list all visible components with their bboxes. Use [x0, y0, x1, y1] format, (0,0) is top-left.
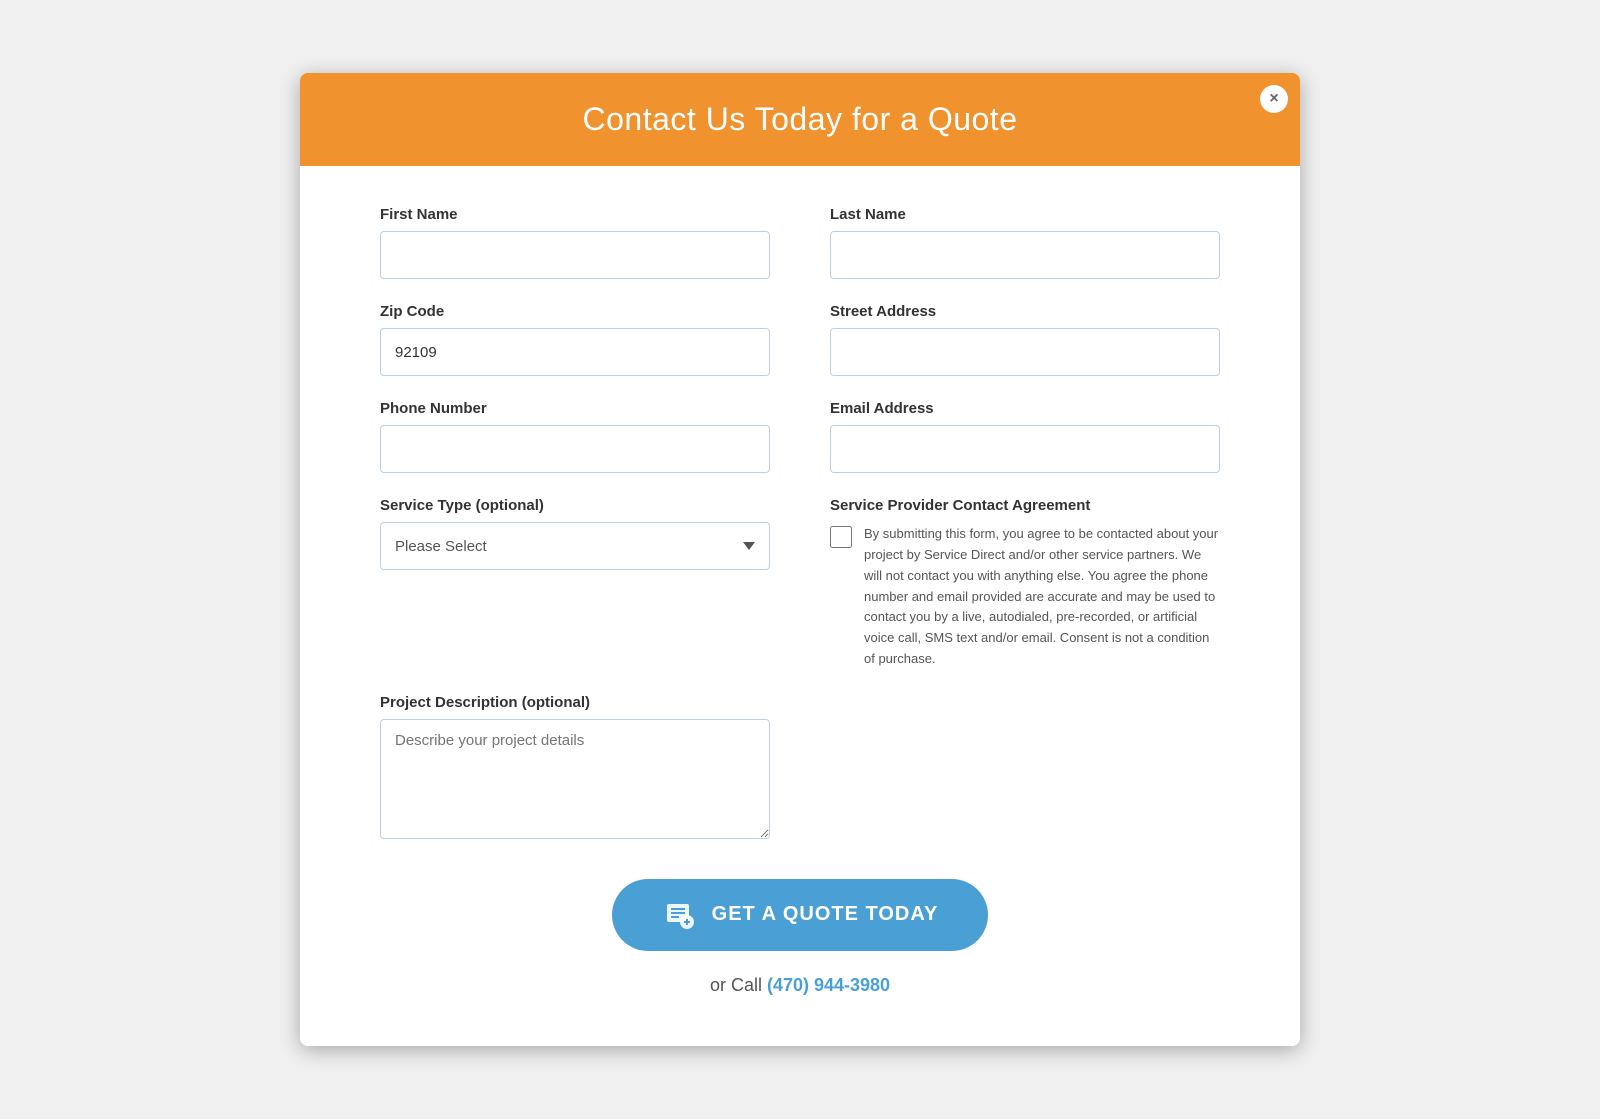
first-name-label: First Name [380, 206, 770, 223]
street-address-input[interactable] [830, 328, 1220, 376]
form-grid: First Name Last Name Zip Code Street Add… [380, 206, 1220, 839]
modal-header: Contact Us Today for a Quote × [300, 73, 1300, 166]
agreement-checkbox[interactable] [830, 526, 852, 548]
modal-title: Contact Us Today for a Quote [340, 101, 1260, 138]
street-address-group: Street Address [830, 303, 1220, 376]
project-description-label: Project Description (optional) [380, 694, 770, 711]
service-type-label: Service Type (optional) [380, 497, 770, 514]
call-prefix: or Call [710, 975, 767, 995]
phone-number-label: Phone Number [380, 400, 770, 417]
email-address-input[interactable] [830, 425, 1220, 473]
phone-number-group: Phone Number [380, 400, 770, 473]
form-footer: GET A QUOTE TODAY or Call (470) 944-3980 [380, 879, 1220, 996]
modal-body: First Name Last Name Zip Code Street Add… [300, 166, 1300, 1046]
close-button[interactable]: × [1260, 85, 1288, 113]
agreement-text: By submitting this form, you agree to be… [864, 524, 1220, 670]
modal-container: Contact Us Today for a Quote × First Nam… [300, 73, 1300, 1046]
phone-number-input[interactable] [380, 425, 770, 473]
email-address-group: Email Address [830, 400, 1220, 473]
project-description-textarea[interactable] [380, 719, 770, 839]
zip-code-input[interactable] [380, 328, 770, 376]
call-section: or Call (470) 944-3980 [380, 975, 1220, 996]
last-name-label: Last Name [830, 206, 1220, 223]
agreement-group: Service Provider Contact Agreement By su… [830, 497, 1220, 670]
quote-button-label: GET A QUOTE TODAY [712, 903, 939, 926]
email-address-label: Email Address [830, 400, 1220, 417]
agreement-content: By submitting this form, you agree to be… [830, 524, 1220, 670]
zip-code-group: Zip Code [380, 303, 770, 376]
last-name-group: Last Name [830, 206, 1220, 279]
call-number-link[interactable]: (470) 944-3980 [767, 975, 890, 995]
project-description-group: Project Description (optional) [380, 694, 770, 839]
last-name-input[interactable] [830, 231, 1220, 279]
get-quote-button[interactable]: GET A QUOTE TODAY [612, 879, 989, 951]
agreement-label: Service Provider Contact Agreement [830, 497, 1220, 514]
first-name-group: First Name [380, 206, 770, 279]
quote-icon [662, 897, 698, 933]
service-type-select[interactable]: Please Select [380, 522, 770, 570]
zip-code-label: Zip Code [380, 303, 770, 320]
first-name-input[interactable] [380, 231, 770, 279]
service-type-group: Service Type (optional) Please Select [380, 497, 770, 670]
street-address-label: Street Address [830, 303, 1220, 320]
